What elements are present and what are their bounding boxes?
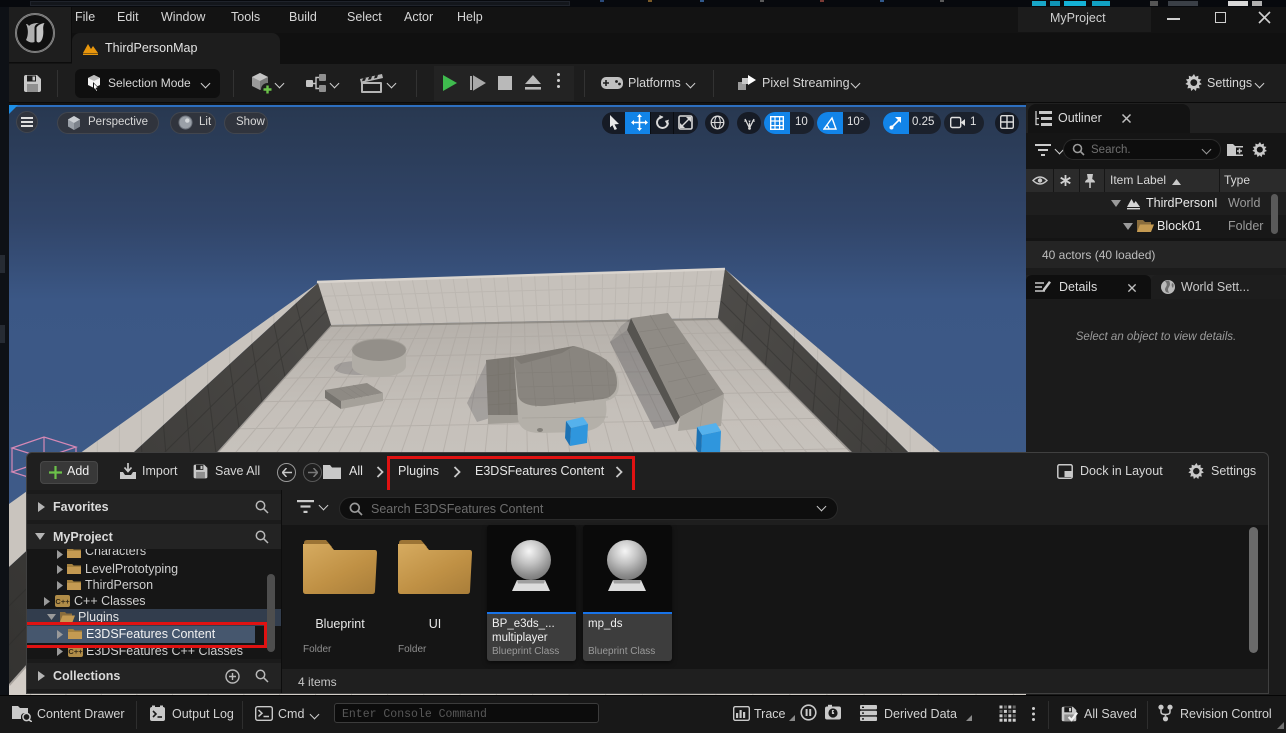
svg-text:C++: C++ (55, 597, 70, 606)
svg-text:C++: C++ (68, 647, 83, 656)
